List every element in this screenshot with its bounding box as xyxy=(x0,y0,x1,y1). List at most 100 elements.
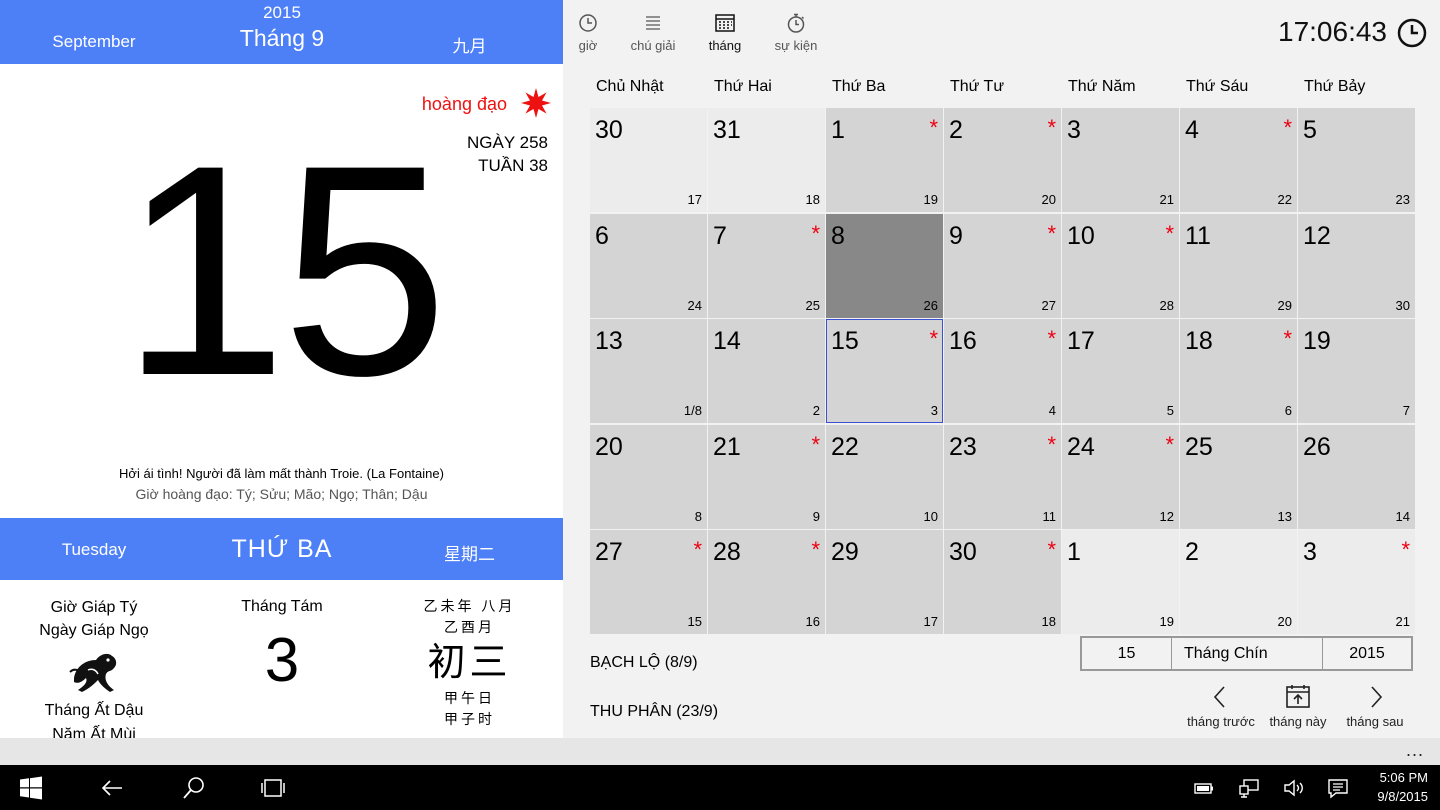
current-time: 17:06:43 xyxy=(1278,16,1387,47)
day-cell[interactable]: 25 13 xyxy=(1180,425,1297,529)
this-month-label: tháng này xyxy=(1269,714,1327,729)
day-cell[interactable]: 12 30 xyxy=(1298,214,1415,318)
chevron-right-icon xyxy=(1371,686,1383,708)
previous-month-button[interactable]: tháng trước xyxy=(1181,682,1261,734)
weekday-header-row: Chủ Nhật Thứ Hai Thứ Ba Thứ Tư Thứ Năm Thứ Sá… xyxy=(590,78,1416,100)
taskbar-time[interactable]: 5:06 PM xyxy=(1380,770,1428,785)
tab-events[interactable]: sự kiện xyxy=(761,10,831,60)
day-cell[interactable]: 27 15 * xyxy=(590,530,707,634)
next-month-button[interactable]: tháng sau xyxy=(1335,682,1415,734)
lunar-day-number: 20 xyxy=(1041,192,1056,207)
day-number: 10 xyxy=(1067,222,1095,250)
day-cell[interactable]: 3 21 * xyxy=(1298,530,1415,634)
tab-legend[interactable]: chú giải xyxy=(618,10,688,60)
lunar-day-number: 3 xyxy=(930,403,938,418)
day-cell[interactable]: 13 1/8 xyxy=(590,319,707,423)
year-selector[interactable]: 2015 xyxy=(1323,638,1411,669)
month-header: September 2015 Tháng 9 九月 xyxy=(0,0,563,64)
lunar-day-number: 12 xyxy=(1159,509,1174,524)
day-number: 13 xyxy=(595,327,623,355)
day-cell[interactable]: 4 22 * xyxy=(1180,108,1297,212)
day-cell[interactable]: 7 25 * xyxy=(708,214,825,318)
day-cell[interactable]: 19 7 xyxy=(1298,319,1415,423)
taskbar-date[interactable]: 9/8/2015 xyxy=(1377,789,1428,804)
calendar-icon xyxy=(715,14,735,32)
task-view-icon[interactable] xyxy=(261,776,285,800)
day-cell[interactable]: 5 23 xyxy=(1298,108,1415,212)
day-cell[interactable]: 23 11 * xyxy=(944,425,1061,529)
day-cell[interactable]: 14 2 xyxy=(708,319,825,423)
date-picker: 15 Tháng Chín 2015 xyxy=(1080,636,1413,671)
back-arrow-icon[interactable] xyxy=(100,776,124,800)
day-cell[interactable]: 3 21 xyxy=(1062,108,1179,212)
lunar-day-number: 25 xyxy=(805,298,820,313)
month-selector[interactable]: Tháng Chín xyxy=(1172,638,1323,669)
day-cell[interactable]: 8 26 xyxy=(826,214,943,318)
next-month-label: tháng sau xyxy=(1346,714,1404,729)
chinese-month: 九月 xyxy=(452,37,487,56)
day-cell[interactable]: 16 4 * xyxy=(944,319,1061,423)
day-number: 2 xyxy=(1185,538,1199,566)
day-cell[interactable]: 31 18 xyxy=(708,108,825,212)
day-number: 30 xyxy=(949,538,977,566)
search-icon[interactable] xyxy=(182,776,206,800)
day-cell[interactable]: 2 20 * xyxy=(944,108,1061,212)
action-center-icon[interactable] xyxy=(1326,776,1350,800)
day-cell[interactable]: 30 17 xyxy=(590,108,707,212)
auspicious-star-icon: * xyxy=(929,326,938,351)
volume-icon[interactable] xyxy=(1282,776,1306,800)
day-cell[interactable]: 17 5 xyxy=(1062,319,1179,423)
more-options-button[interactable]: ... xyxy=(1406,740,1424,761)
day-selector[interactable]: 15 xyxy=(1082,638,1172,669)
day-number: 19 xyxy=(1303,327,1331,355)
day-cell[interactable]: 21 9 * xyxy=(708,425,825,529)
day-cell[interactable]: 22 10 xyxy=(826,425,943,529)
solar-term-2: THU PHÂN (23/9) xyxy=(590,703,719,720)
day-number: 31 xyxy=(713,116,741,144)
day-number: 7 xyxy=(713,222,727,250)
auspicious-star-icon: * xyxy=(693,537,702,562)
day-cell[interactable]: 10 28 * xyxy=(1062,214,1179,318)
day-cell[interactable]: 1 19 xyxy=(1062,530,1179,634)
day-cell[interactable]: 2 20 xyxy=(1180,530,1297,634)
day-cell[interactable]: 30 18 * xyxy=(944,530,1061,634)
lunar-day-number: 21 xyxy=(1395,614,1410,629)
day-cell[interactable]: 24 12 * xyxy=(1062,425,1179,529)
day-number: 8 xyxy=(831,222,845,250)
day-detail-panel: September 2015 Tháng 9 九月 hoàng đạo NGÀY… xyxy=(0,0,563,743)
solar-term-1: BẠCH LỘ (8/9) xyxy=(590,654,698,671)
day-cell[interactable]: 1 19 * xyxy=(826,108,943,212)
chevron-left-icon xyxy=(1213,686,1225,708)
day-cell[interactable]: 9 27 * xyxy=(944,214,1061,318)
this-month-button[interactable]: tháng này xyxy=(1258,682,1338,734)
lunar-day-number: 28 xyxy=(1159,298,1174,313)
day-cell[interactable]: 11 29 xyxy=(1180,214,1297,318)
stopwatch-icon xyxy=(787,13,805,33)
windows-start-icon[interactable] xyxy=(19,776,43,800)
tab-month[interactable]: tháng xyxy=(690,10,760,60)
day-cell[interactable]: 6 24 xyxy=(590,214,707,318)
day-number: 18 xyxy=(1185,327,1213,355)
day-cell[interactable]: 18 6 * xyxy=(1180,319,1297,423)
day-number: 17 xyxy=(1067,327,1095,355)
lunar-day-number: 23 xyxy=(1395,192,1410,207)
day-number: 15 xyxy=(831,327,859,355)
lunar-day-number: 1/8 xyxy=(683,403,702,418)
day-number: 28 xyxy=(713,538,741,566)
cn-lunar-day: 初三 xyxy=(427,642,512,684)
tab-hour[interactable]: giờ xyxy=(553,10,623,60)
lunar-day-number: 18 xyxy=(805,192,820,207)
day-cell[interactable]: 15 3 * xyxy=(826,319,943,423)
day-cell[interactable]: 29 17 xyxy=(826,530,943,634)
network-icon[interactable] xyxy=(1237,776,1261,800)
weekday-label: Thứ Năm xyxy=(1068,78,1136,95)
cn-day-stem: 甲午日 xyxy=(444,690,495,706)
day-number: 5 xyxy=(1303,116,1317,144)
battery-icon[interactable] xyxy=(1192,776,1216,800)
day-cell[interactable]: 20 8 xyxy=(590,425,707,529)
windows-taskbar: 5:06 PM 9/8/2015 xyxy=(0,765,1440,810)
day-cell[interactable]: 26 14 xyxy=(1298,425,1415,529)
day-cell[interactable]: 28 16 * xyxy=(708,530,825,634)
year-label: 2015 xyxy=(263,3,301,22)
day-number: 23 xyxy=(949,433,977,461)
